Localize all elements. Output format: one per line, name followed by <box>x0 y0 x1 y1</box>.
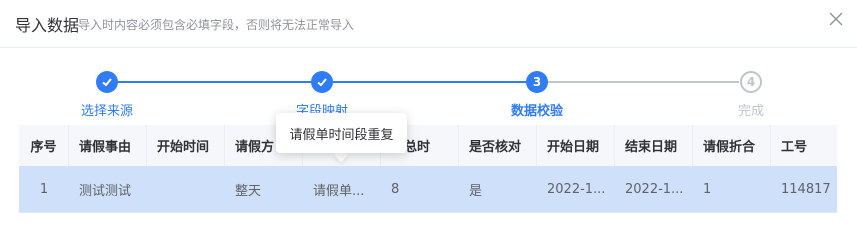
table-cell[interactable]: 请假单... <box>303 166 381 212</box>
table-cell <box>147 166 225 212</box>
step-connector-3 <box>548 81 739 83</box>
header-cell: 开始时间 <box>147 125 225 166</box>
step-connector-1 <box>118 81 311 83</box>
table-cell: 1 <box>39 181 49 197</box>
table-header-row: 序号 请假事由 开始时间 请假方 假总时 是否核对 开始日期 结束日期 请假折合… <box>19 125 837 166</box>
header-cell: 请假事由 <box>69 125 147 166</box>
header-cell: 序号 <box>19 125 69 166</box>
step-4-number: 4 <box>740 71 762 93</box>
table-cell: 2022-1... <box>625 181 684 197</box>
table-cell: 测试测试 <box>79 183 132 199</box>
step-1-label: 选择来源 <box>80 104 134 119</box>
header-cell: 请假折合 <box>693 125 771 166</box>
table-cell: 8 <box>391 181 400 197</box>
progress-steps: 3 4 选择来源 字段映射 数据校验 完成 <box>0 68 857 120</box>
table-cell: 2022-1... <box>547 181 606 197</box>
step-2-check-icon <box>311 71 333 93</box>
step-connector-2 <box>333 81 526 83</box>
table-cell: 1 <box>703 181 712 197</box>
step-3-label: 数据校验 <box>510 104 564 119</box>
dialog-header: 导入数据 导入时内容必须包含必填字段，否则将无法正常导入 <box>0 0 857 48</box>
step-4-label: 完成 <box>737 104 765 119</box>
table-cell: 整天 <box>235 183 262 199</box>
close-icon[interactable] <box>825 8 847 30</box>
error-tooltip: 请假单时间段重复 <box>276 113 407 153</box>
header-cell: 是否核对 <box>459 125 537 166</box>
step-1-check-icon <box>96 71 118 93</box>
header-cell: 结束日期 <box>615 125 693 166</box>
table-row[interactable]: 1 测试测试 整天 请假单... 8 是 2022-1... 2022-1...… <box>19 166 837 213</box>
dialog-title: 导入数据 <box>15 16 80 35</box>
table-cell: 是 <box>469 183 483 199</box>
validation-table: 序号 请假事由 开始时间 请假方 假总时 是否核对 开始日期 结束日期 请假折合… <box>19 125 837 213</box>
step-3-number: 3 <box>526 71 548 93</box>
dialog-subtitle: 导入时内容必须包含必填字段，否则将无法正常导入 <box>78 18 355 32</box>
header-cell: 工号 <box>781 140 808 155</box>
table-cell: 114817 <box>781 181 831 197</box>
header-cell: 开始日期 <box>537 125 615 166</box>
